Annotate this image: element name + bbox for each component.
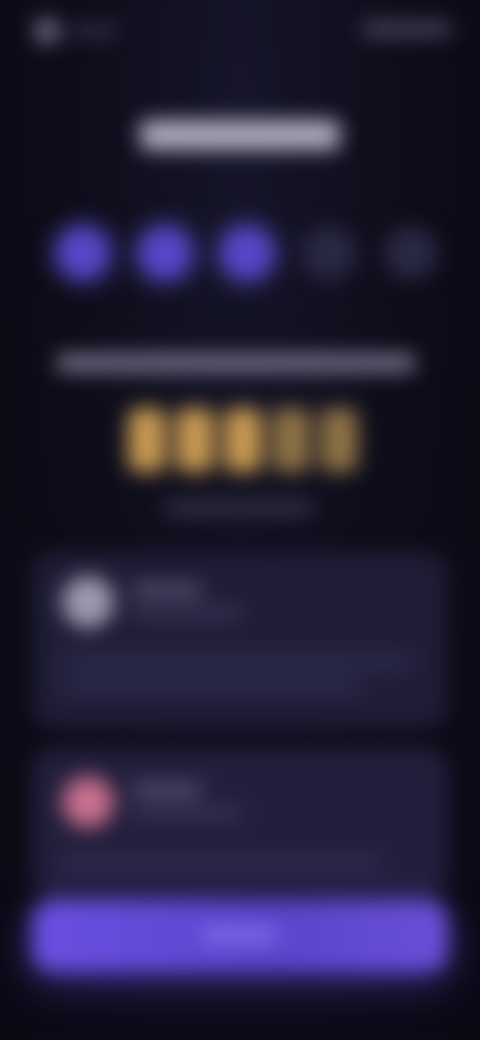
primary-action-label xyxy=(202,928,278,942)
header-left-text xyxy=(70,26,118,36)
review-card[interactable] xyxy=(32,748,448,898)
star-icon[interactable] xyxy=(128,408,166,472)
primary-action-button[interactable] xyxy=(32,900,448,972)
header-right-action[interactable] xyxy=(362,22,452,36)
star-icon[interactable] xyxy=(176,408,214,472)
section-subtitle xyxy=(56,354,416,372)
step-indicator-4[interactable] xyxy=(302,226,356,280)
rating-stars xyxy=(128,408,358,472)
reviewer-name xyxy=(132,584,202,596)
page-title xyxy=(140,120,340,150)
review-text-line xyxy=(62,656,412,666)
rating-caption xyxy=(164,502,314,514)
step-indicator-3[interactable] xyxy=(220,226,274,280)
review-card[interactable] xyxy=(32,552,448,728)
app-logo-icon[interactable] xyxy=(34,18,60,44)
step-indicator-5[interactable] xyxy=(384,226,438,280)
review-text-line xyxy=(62,680,362,690)
review-text-line xyxy=(62,858,382,868)
progress-steps xyxy=(56,226,438,280)
top-bar xyxy=(0,0,480,64)
star-icon[interactable] xyxy=(272,408,310,472)
review-meta xyxy=(132,608,242,618)
header-left xyxy=(34,18,118,44)
app-screen xyxy=(0,0,480,1040)
reviewer-name xyxy=(132,784,202,796)
review-meta xyxy=(132,808,242,818)
avatar xyxy=(62,576,114,628)
step-indicator-2[interactable] xyxy=(138,226,192,280)
step-indicator-1[interactable] xyxy=(56,226,110,280)
avatar xyxy=(62,776,114,828)
star-icon[interactable] xyxy=(224,408,262,472)
star-icon[interactable] xyxy=(320,408,358,472)
blurred-content xyxy=(0,0,480,1040)
